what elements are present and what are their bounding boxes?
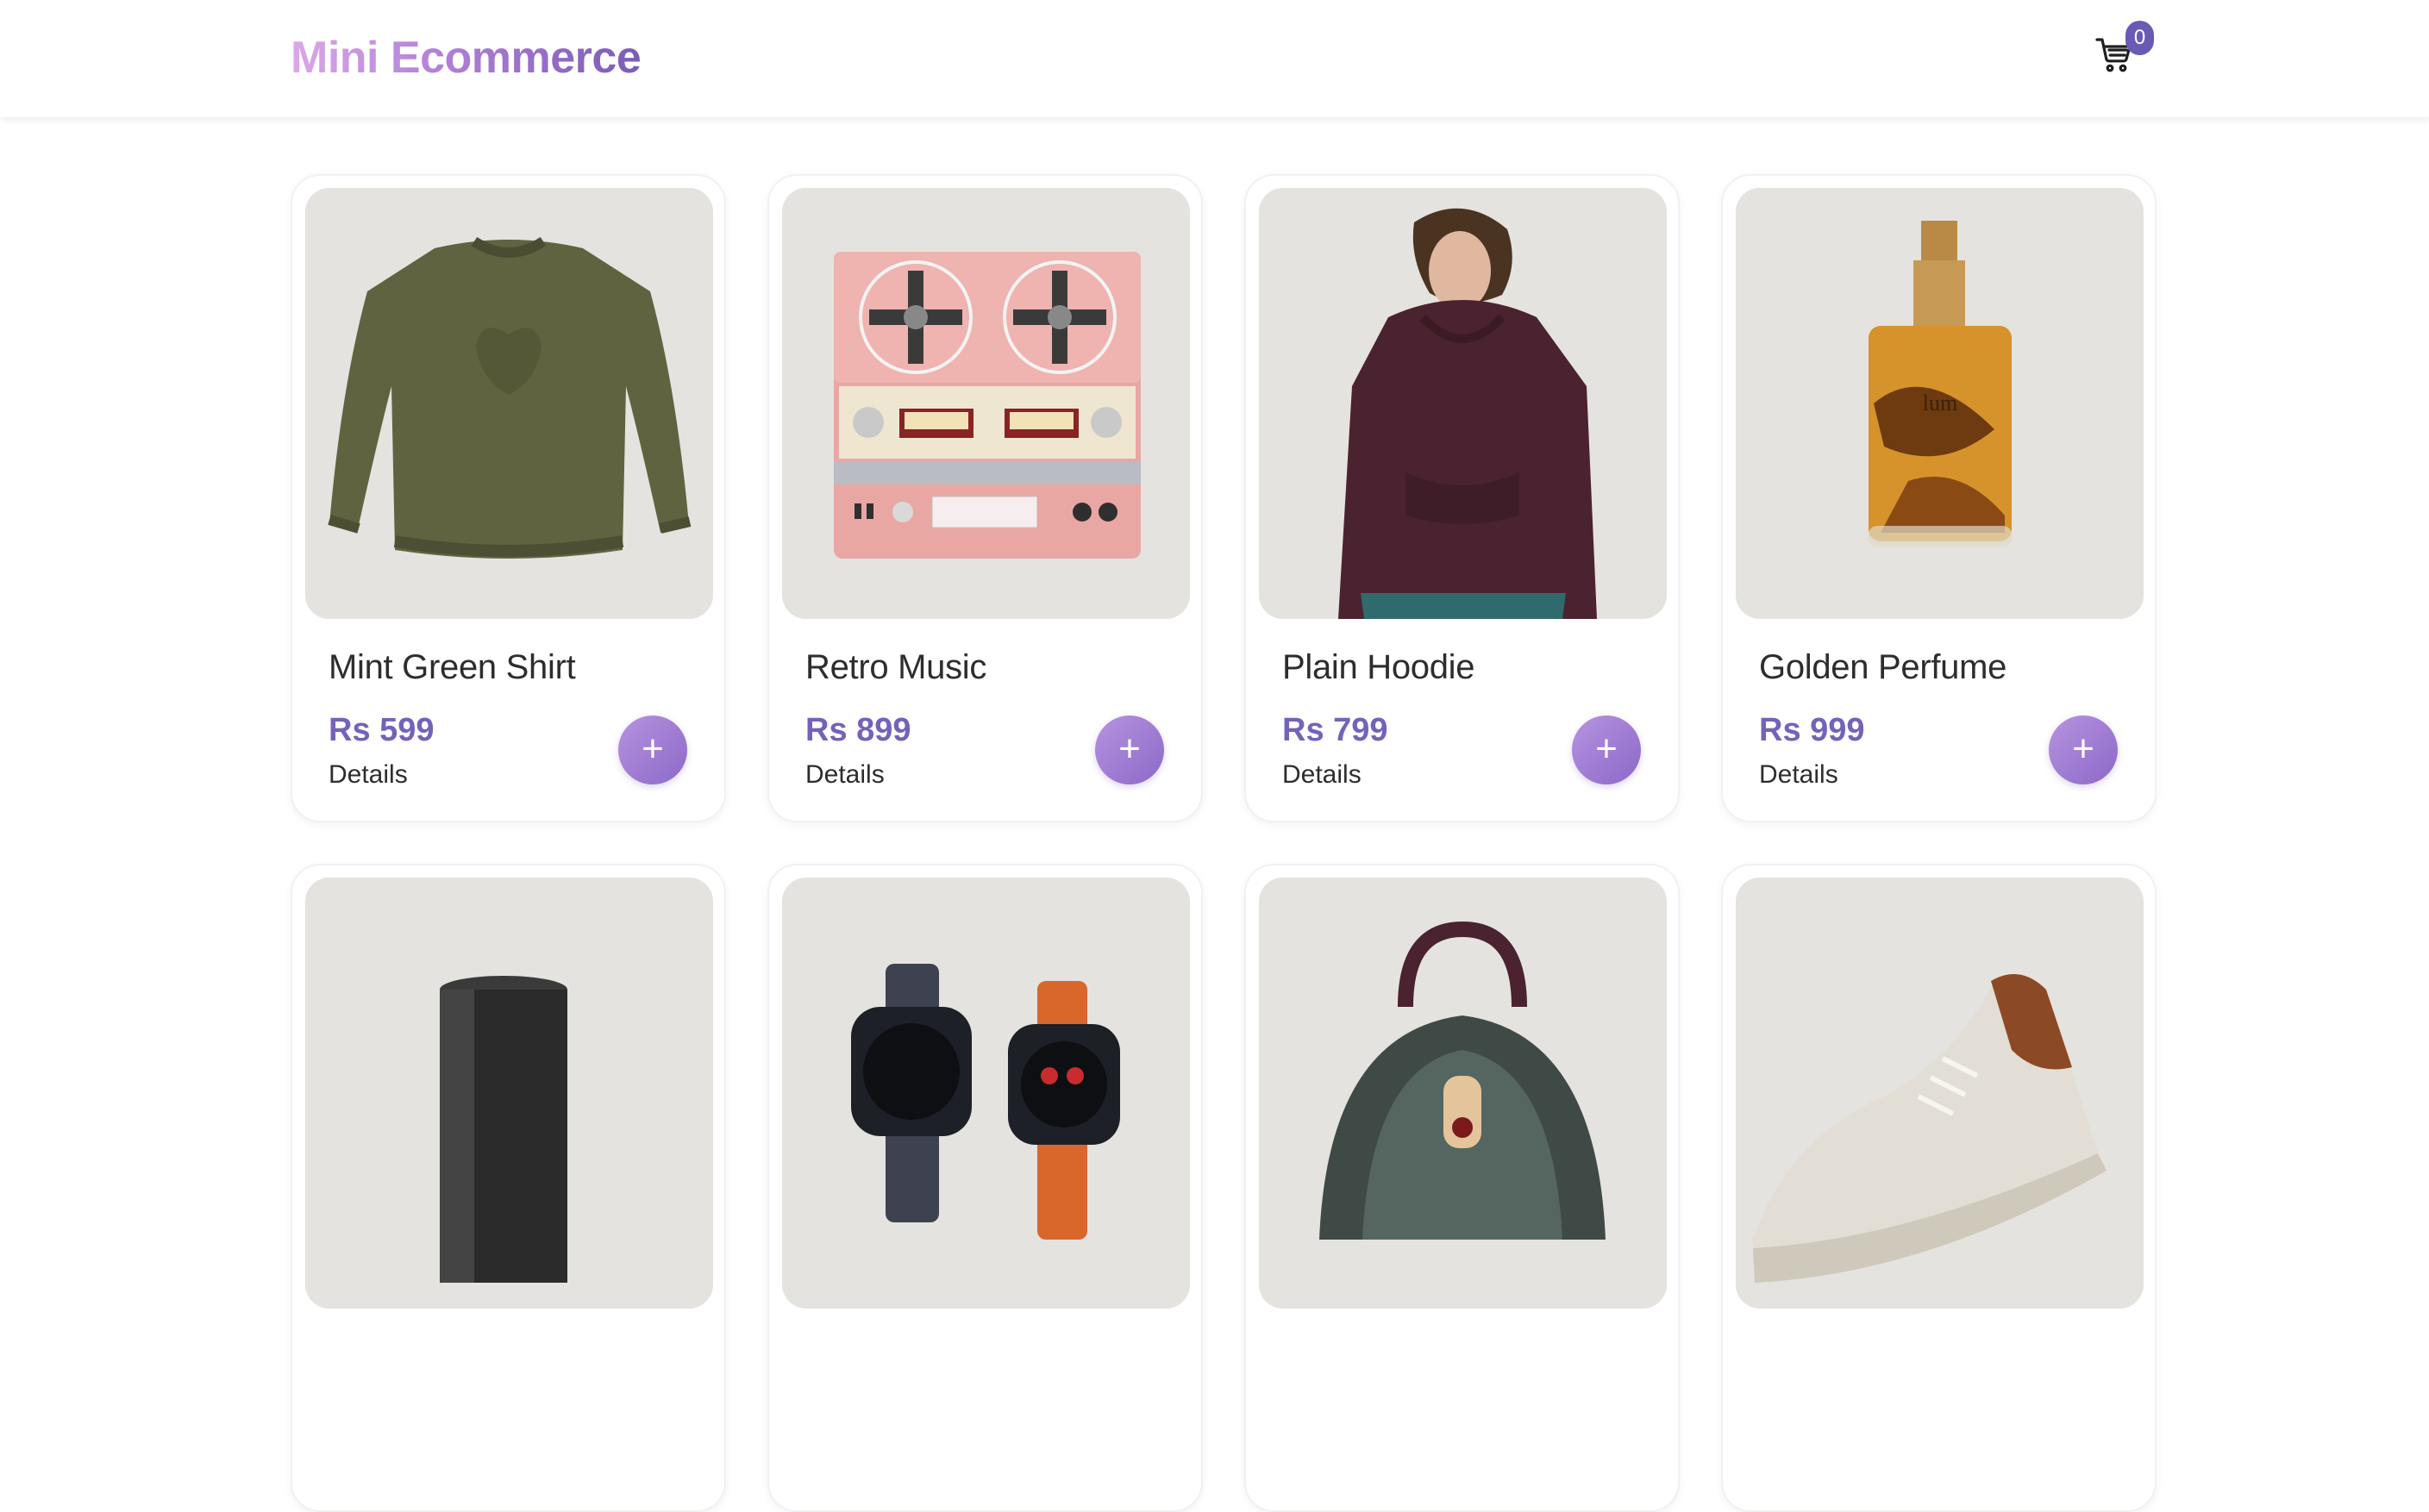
product-details-link[interactable]: Details [1282, 760, 1362, 790]
perfume-image[interactable]: lum [1736, 188, 2144, 619]
speaker-image[interactable] [305, 878, 713, 1309]
brand-logo[interactable]: Mini Ecommerce [291, 29, 642, 86]
product-price: Rs 899 [805, 712, 911, 748]
product-name[interactable]: Retro Music [805, 648, 986, 687]
product-card[interactable] [1244, 864, 1680, 1512]
product-card[interactable] [291, 864, 726, 1512]
product-card[interactable] [1721, 864, 2157, 1512]
product-details-link[interactable]: Details [1759, 760, 1838, 790]
product-name[interactable]: Mint Green Shirt [329, 648, 576, 687]
product-name[interactable]: Golden Perfume [1759, 648, 2006, 687]
add-to-cart-button[interactable]: + [1572, 715, 1641, 784]
svg-text:lum: lum [1923, 390, 1957, 415]
product-price: Rs 799 [1282, 712, 1388, 748]
hoodie-image[interactable] [1259, 188, 1667, 619]
product-grid: Mint Green Shirt Rs 599 Details + Retro … [291, 174, 2157, 1512]
top-navbar: Mini Ecommerce 0 [0, 0, 2429, 117]
add-to-cart-button[interactable]: + [2049, 715, 2118, 784]
sweater-image[interactable] [305, 188, 713, 619]
add-to-cart-button[interactable]: + [1095, 715, 1164, 784]
smartwatch-image[interactable] [782, 878, 1190, 1309]
product-price: Rs 599 [329, 712, 435, 748]
product-card[interactable]: Retro Music Rs 899 Details + [767, 174, 1203, 822]
product-card[interactable] [767, 864, 1203, 1512]
add-to-cart-button[interactable]: + [618, 715, 687, 784]
product-price: Rs 999 [1759, 712, 1865, 748]
handbag-image[interactable] [1259, 878, 1667, 1309]
product-card[interactable]: Plain Hoodie Rs 799 Details + [1244, 174, 1680, 822]
product-name[interactable]: Plain Hoodie [1282, 648, 1475, 687]
cart-count-badge: 0 [2125, 21, 2154, 55]
tape-recorder-image[interactable] [782, 188, 1190, 619]
sneaker-image[interactable] [1736, 878, 2144, 1309]
product-details-link[interactable]: Details [805, 760, 885, 790]
product-details-link[interactable]: Details [329, 760, 408, 790]
product-card[interactable]: lum Golden Perfume Rs 999 Details + [1721, 174, 2157, 822]
product-card[interactable]: Mint Green Shirt Rs 599 Details + [291, 174, 726, 822]
